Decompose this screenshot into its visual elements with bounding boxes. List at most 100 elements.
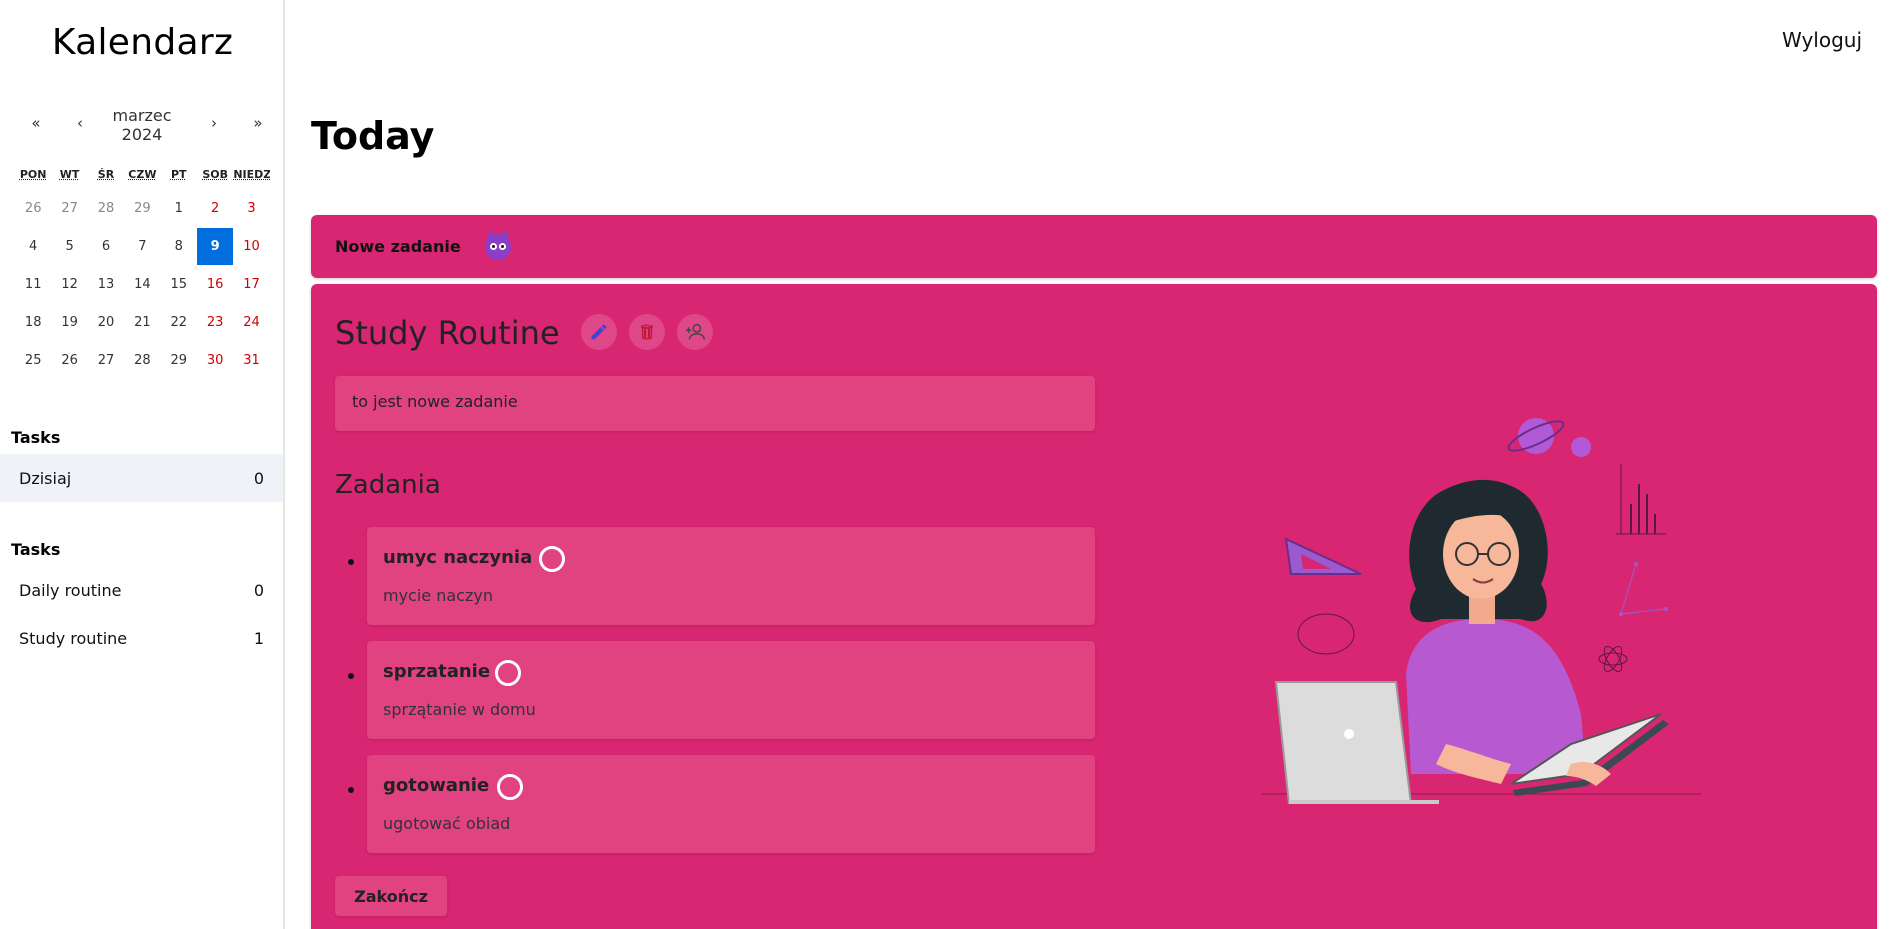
finish-button[interactable]: Zakończ — [335, 876, 447, 916]
sidebar-item-count: 0 — [253, 468, 264, 488]
calendar-week: 25 26 27 28 29 30 31 — [15, 342, 270, 380]
task-card: sprzatanie sprzątanie w domu — [367, 641, 1095, 739]
sidebar: Kalendarz « ‹ marzec 2024 › » PON WT ŚR … — [0, 0, 285, 929]
calendar-day[interactable]: 5 — [51, 228, 87, 265]
delete-button[interactable] — [629, 314, 665, 350]
sidebar-item-study-routine[interactable]: Study routine 1 — [0, 614, 283, 662]
calendar-day[interactable]: 28 — [124, 342, 160, 379]
complete-toggle[interactable] — [495, 660, 521, 686]
prev-year-button[interactable]: « — [24, 114, 48, 138]
devil-emoji-icon — [484, 228, 511, 260]
month-name: marzec — [112, 106, 172, 125]
calendar-day[interactable]: 12 — [51, 266, 87, 303]
calendar-week: 18 19 20 21 22 23 24 — [15, 304, 270, 342]
calendar-day[interactable]: 23 — [197, 304, 233, 341]
calendar-day[interactable]: 17 — [233, 266, 269, 303]
calendar-day-selected[interactable]: 9 — [196, 228, 234, 265]
sidebar-item-daily-routine[interactable]: Daily routine 0 — [0, 566, 283, 614]
calendar-day[interactable]: 29 — [124, 190, 160, 227]
list-item: sprzatanie sprzątanie w domu — [335, 641, 1095, 739]
calendar-week: 26 27 28 29 1 2 3 — [15, 190, 270, 228]
sidebar-item-label: Daily routine — [19, 580, 122, 600]
calendar-day[interactable]: 19 — [51, 304, 87, 341]
calendar-day[interactable]: 15 — [161, 266, 197, 303]
calendar-day[interactable]: 27 — [51, 190, 87, 227]
calendar-day[interactable]: 10 — [233, 228, 269, 265]
calendar-day[interactable]: 30 — [197, 342, 233, 379]
calendar-day[interactable]: 29 — [161, 342, 197, 379]
calendar-grid: PON WT ŚR CZW PT SOB NIEDZ 26 27 28 29 1… — [15, 168, 270, 380]
task-name: umyc naczynia — [383, 547, 533, 568]
month-label[interactable]: marzec 2024 — [88, 106, 196, 144]
next-year-button[interactable]: » — [246, 114, 270, 138]
weekday-label: WT — [59, 168, 80, 181]
calendar-day[interactable]: 25 — [15, 342, 51, 379]
next-month-button[interactable]: › — [202, 114, 226, 138]
weekday-label: PON — [19, 168, 47, 181]
app-root: Kalendarz « ‹ marzec 2024 › » PON WT ŚR … — [0, 0, 1896, 929]
student-laptop-illustration — [1261, 418, 1701, 804]
app-brand: Kalendarz — [51, 22, 234, 63]
calendar-day[interactable]: 28 — [88, 190, 124, 227]
calendar-day[interactable]: 2 — [197, 190, 233, 227]
weekday-label: PT — [170, 168, 187, 181]
pencil-icon — [591, 324, 607, 340]
task-name: gotowanie — [383, 775, 490, 796]
edit-button[interactable] — [581, 314, 617, 350]
logout-link[interactable]: Wyloguj — [1782, 28, 1862, 52]
calendar-day[interactable]: 16 — [197, 266, 233, 303]
calendar-week: 11 12 13 14 15 16 17 — [15, 266, 270, 304]
sidebar-item-count: 0 — [253, 580, 264, 600]
calendar-day[interactable]: 8 — [161, 228, 197, 265]
calendar-day[interactable]: 18 — [15, 304, 51, 341]
calendar-day[interactable]: 24 — [233, 304, 269, 341]
year-label: 2024 — [121, 125, 163, 144]
calendar-day[interactable]: 3 — [233, 190, 269, 227]
routine-description: to jest nowe zadanie — [335, 376, 1095, 431]
weekday-header: PON WT ŚR CZW PT SOB NIEDZ — [15, 168, 270, 190]
task-card: umyc naczynia mycie naczyn — [367, 527, 1095, 625]
tasks-group-title: Tasks — [11, 428, 61, 447]
bullet — [348, 787, 354, 793]
calendar-day[interactable]: 4 — [15, 228, 51, 265]
calendar-day[interactable]: 31 — [233, 342, 269, 379]
calendar-day[interactable]: 21 — [124, 304, 160, 341]
calendar-day[interactable]: 7 — [124, 228, 160, 265]
add-person-icon — [685, 323, 705, 340]
calendar-day[interactable]: 6 — [88, 228, 124, 265]
sidebar-item-label: Dzisiaj — [19, 468, 72, 488]
weekday-label: CZW — [128, 168, 157, 181]
routine-title: Study Routine — [335, 314, 560, 352]
complete-toggle[interactable] — [539, 546, 565, 572]
calendar-day[interactable]: 26 — [51, 342, 87, 379]
calendar-day[interactable]: 20 — [88, 304, 124, 341]
page-title: Today — [311, 114, 435, 158]
calendar-day[interactable]: 1 — [161, 190, 197, 227]
calendar-day[interactable]: 14 — [124, 266, 160, 303]
task-description: sprzątanie w domu — [383, 700, 536, 719]
bullet — [348, 673, 354, 679]
calendar-week: 4 5 6 7 8 9 10 — [15, 228, 270, 266]
share-user-button[interactable] — [677, 314, 713, 350]
list-item: gotowanie ugotować obiad — [335, 755, 1095, 853]
weekday-label: NIEDZ — [233, 168, 270, 181]
calendar-day[interactable]: 13 — [88, 266, 124, 303]
new-task-button[interactable]: Nowe zadanie — [311, 215, 1877, 278]
task-list: umyc naczynia mycie naczyn sprzatanie sp… — [335, 527, 1095, 869]
calendar-day[interactable]: 22 — [161, 304, 197, 341]
calendar-day[interactable]: 11 — [15, 266, 51, 303]
complete-toggle[interactable] — [497, 774, 523, 800]
routine-panel: Study Routine to jest nowe zadanie Zadan… — [311, 284, 1877, 929]
sidebar-item-dzisiaj[interactable]: Dzisiaj 0 — [0, 454, 283, 502]
sidebar-item-label: Study routine — [19, 628, 128, 648]
calendar-day[interactable]: 27 — [88, 342, 124, 379]
list-item: umyc naczynia mycie naczyn — [335, 527, 1095, 625]
tasks-section-title: Zadania — [335, 470, 441, 500]
task-card: gotowanie ugotować obiad — [367, 755, 1095, 853]
new-task-label: Nowe zadanie — [335, 237, 461, 256]
tasks-group-title: Tasks — [11, 540, 61, 559]
calendar-navigation: « ‹ marzec 2024 › » — [18, 106, 270, 146]
weekday-label: ŚR — [97, 168, 115, 181]
calendar-day[interactable]: 26 — [15, 190, 51, 227]
task-description: mycie naczyn — [383, 586, 493, 605]
